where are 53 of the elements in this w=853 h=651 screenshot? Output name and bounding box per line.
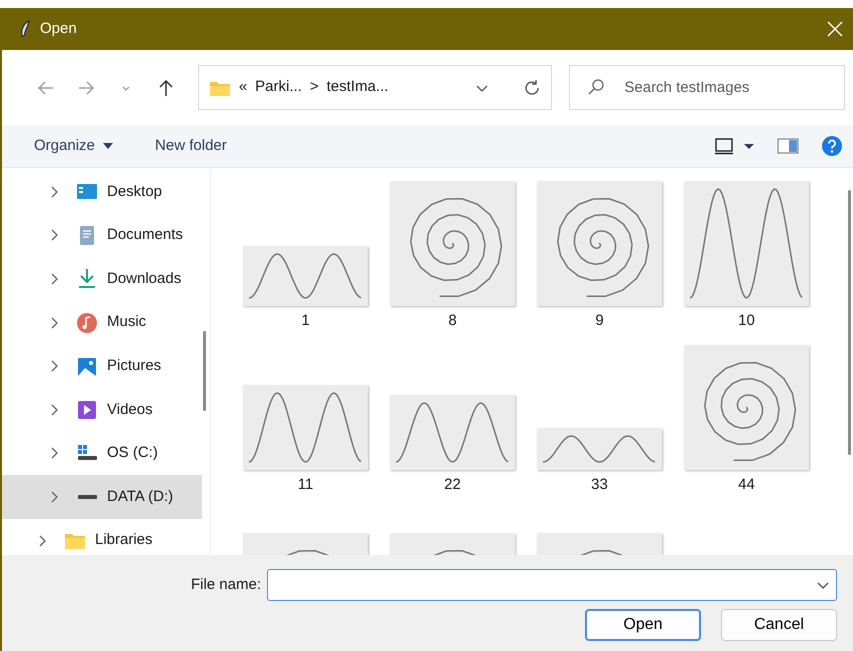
file-name[interactable]: 9	[595, 310, 604, 330]
file-name[interactable]: 1	[301, 310, 310, 330]
file-name-field[interactable]	[267, 569, 837, 601]
file-name[interactable]: 22	[444, 474, 461, 494]
chevron-right-icon[interactable]	[50, 316, 60, 329]
drive-icon	[78, 494, 97, 499]
help-icon[interactable]	[821, 135, 843, 157]
view-icon[interactable]	[715, 137, 755, 155]
chevron-right-icon[interactable]	[50, 447, 60, 460]
chevron-right-icon[interactable]	[50, 272, 60, 285]
file-name[interactable]: 44	[738, 474, 755, 494]
dialog-button[interactable]: Open	[585, 609, 701, 641]
pictures-icon	[76, 356, 98, 377]
sidebar-item[interactable]: Videos	[2, 388, 202, 432]
breadcrumb[interactable]: Parki...	[255, 76, 302, 99]
sidebar-item[interactable]: Desktop	[2, 170, 202, 214]
close-icon[interactable]	[827, 21, 843, 37]
chevron-right-icon[interactable]	[50, 186, 60, 198]
window-title: Open	[40, 18, 77, 39]
sidebar-item[interactable]: DATA (D:)	[2, 475, 202, 519]
chevron-right-icon[interactable]	[50, 404, 60, 416]
sidebar-item[interactable]: OS (C:)	[2, 432, 202, 476]
chevron-right-icon[interactable]	[50, 360, 60, 372]
breadcrumb[interactable]: testIma...	[326, 76, 388, 99]
chevron-right-icon[interactable]	[50, 229, 60, 242]
scrollbar-thumb[interactable]	[203, 331, 206, 411]
scrollbar-thumb[interactable]	[848, 190, 851, 455]
caret-icon[interactable]	[103, 142, 114, 150]
music-icon	[76, 312, 98, 334]
downloads-icon	[76, 268, 98, 290]
sidebar-item[interactable]: Libraries	[2, 518, 202, 555]
search-field[interactable]: Search testImages	[569, 65, 846, 110]
refresh-icon[interactable]	[523, 78, 542, 96]
address-bar[interactable]: « Parki... > testIma...	[198, 65, 552, 110]
file-name[interactable]: 33	[591, 474, 608, 494]
file-name[interactable]: 10	[738, 310, 755, 330]
dialog-button[interactable]: Cancel	[721, 609, 837, 641]
field-label: File name:	[190, 574, 261, 595]
file-name[interactable]: 8	[448, 310, 457, 330]
overflow-chevrons[interactable]: «	[238, 76, 248, 99]
organize-button[interactable]: Organize	[24, 130, 124, 162]
videos-icon	[76, 399, 98, 420]
sidebar-item[interactable]: Downloads	[2, 257, 202, 301]
sidebar-item[interactable]: Documents	[2, 214, 202, 258]
sidebar-item[interactable]: Pictures	[2, 344, 202, 388]
new-folder-button[interactable]: New folder	[145, 130, 237, 162]
chevron-right-icon[interactable]	[50, 490, 60, 503]
chevron-right-icon[interactable]	[38, 534, 48, 547]
sidebar-item[interactable]: Music	[2, 300, 202, 344]
feather-icon	[20, 20, 30, 38]
file-name[interactable]: 11	[298, 474, 314, 494]
preview-pane-icon[interactable]	[777, 138, 799, 154]
breadcrumb-separator: >	[310, 77, 319, 98]
